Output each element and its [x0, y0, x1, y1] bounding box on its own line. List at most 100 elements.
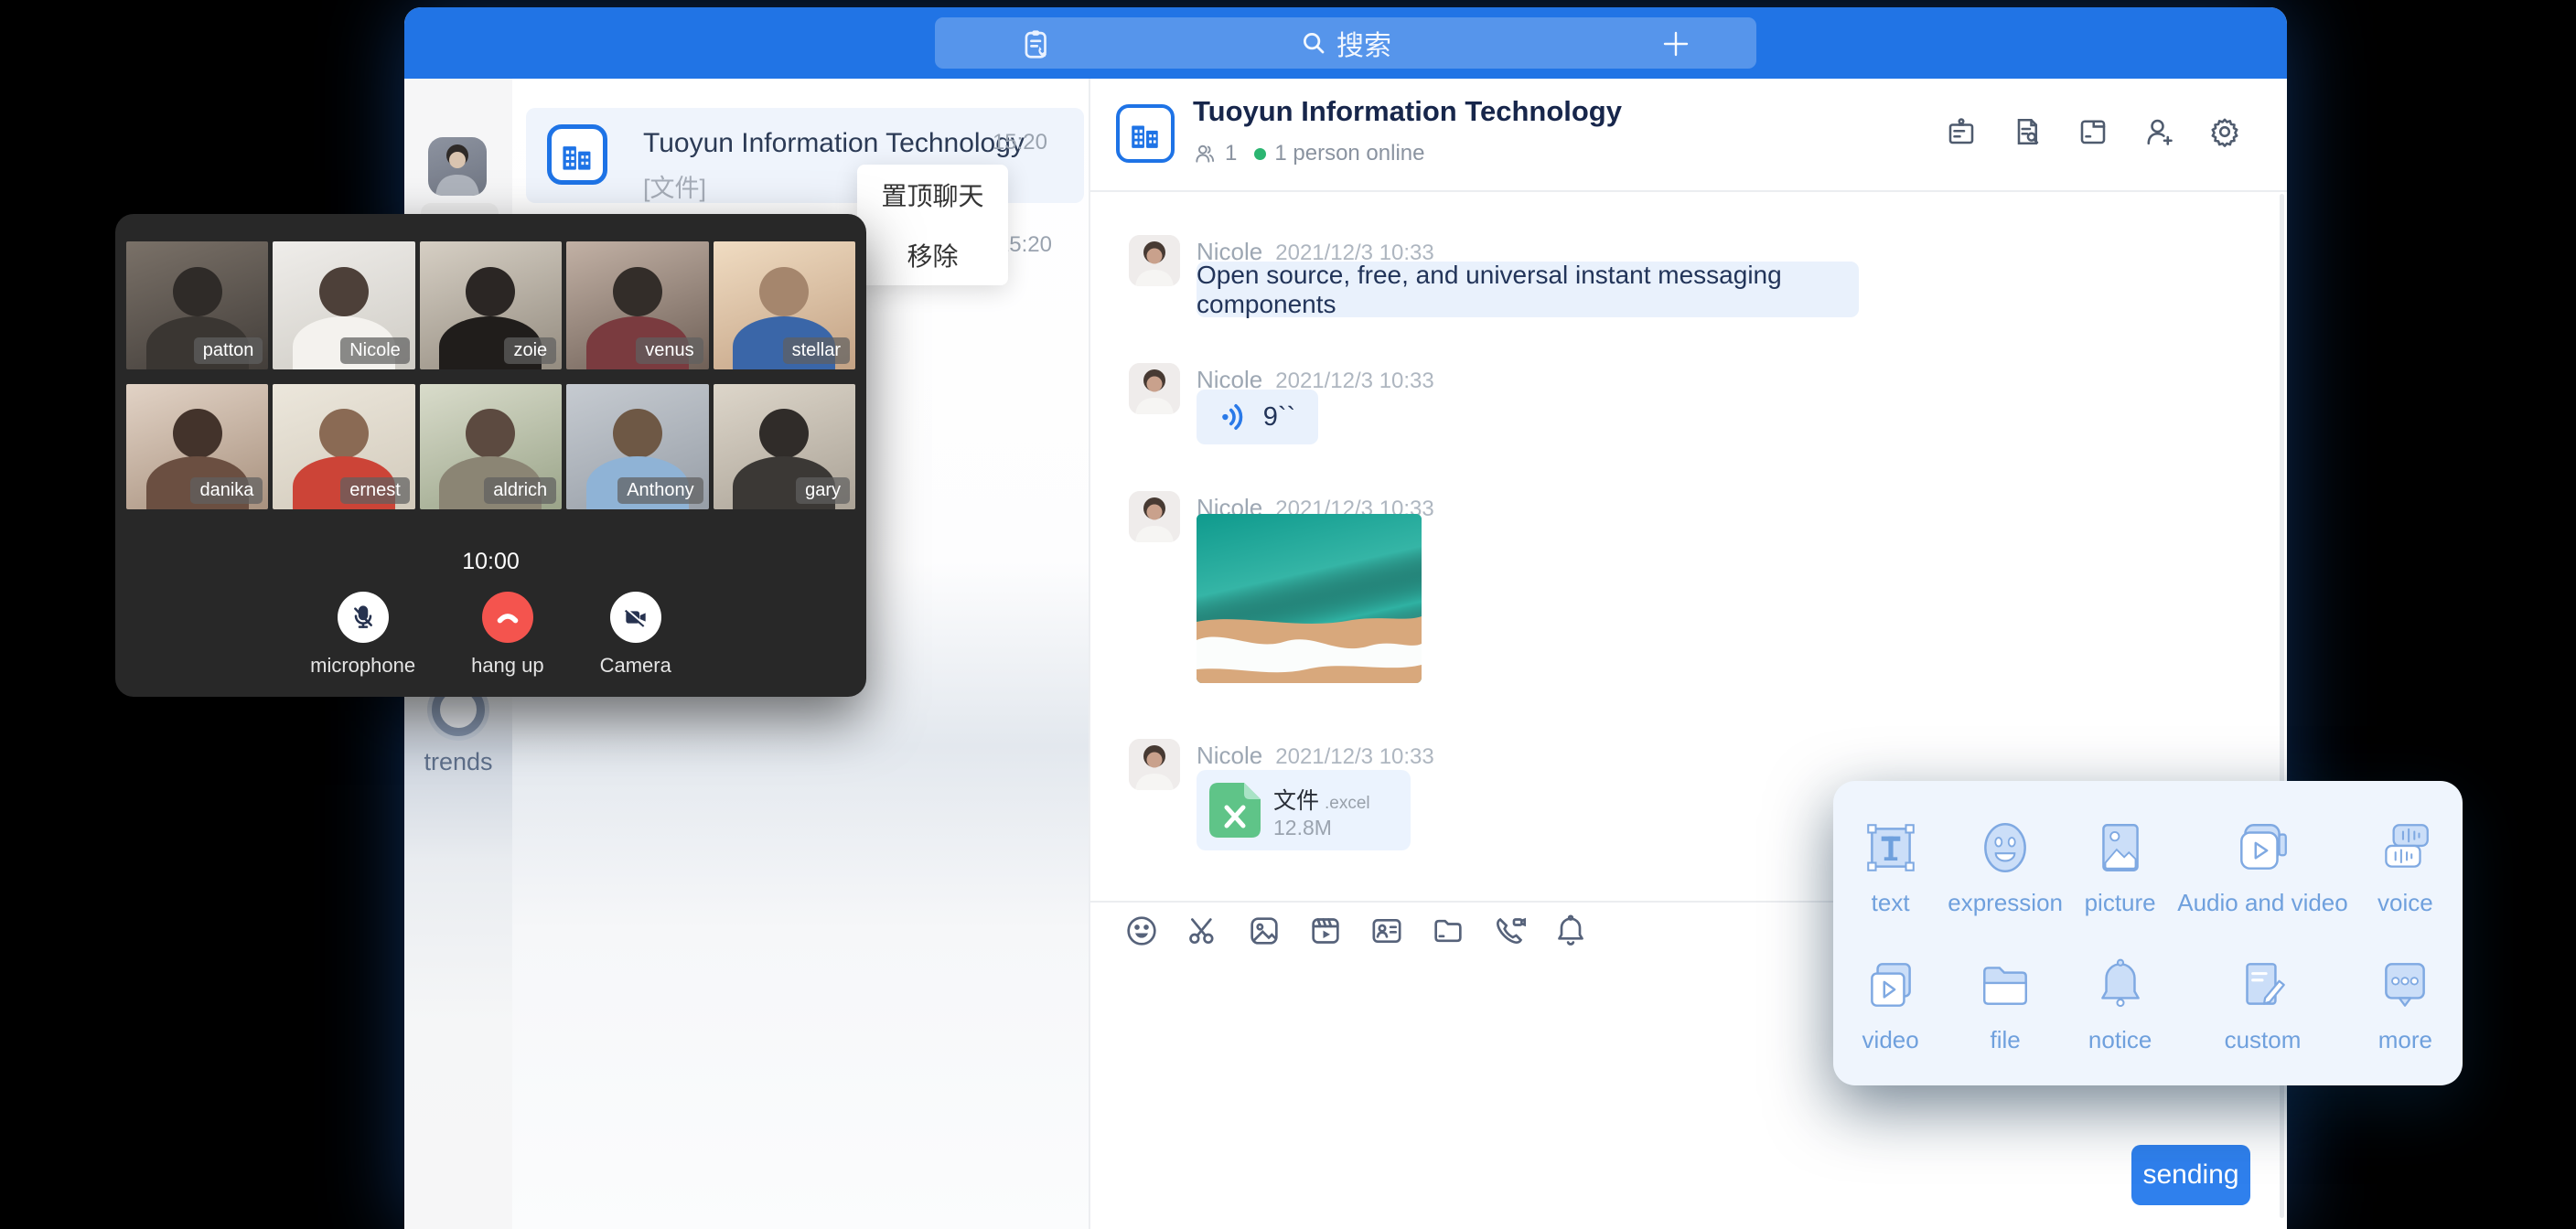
contact-card-icon[interactable]	[1368, 913, 1405, 949]
hang-up-icon	[492, 602, 523, 633]
microphone-button[interactable]: microphone	[310, 592, 415, 678]
camera-button[interactable]: Camera	[600, 592, 671, 678]
conversation-time: 15:20	[993, 130, 1047, 155]
video-call-overlay: patton Nicole zoie venus stellar danika …	[115, 214, 866, 697]
group-building-icon	[1116, 104, 1175, 163]
message-time: 2021/12/3 10:33	[1275, 744, 1434, 770]
panel-item-expression[interactable]: expression	[1948, 799, 2063, 936]
clapper-icon[interactable]	[1307, 913, 1344, 949]
plus-icon[interactable]	[1661, 29, 1690, 63]
emoji-icon[interactable]	[1123, 913, 1160, 949]
chat-history-search-icon[interactable]	[2011, 115, 2044, 148]
participant-tile[interactable]: patton	[126, 241, 268, 369]
microphone-label: microphone	[310, 654, 415, 678]
members-icon	[1193, 142, 1217, 166]
search-input[interactable]: 搜索	[1336, 23, 1391, 63]
panel-item-voice[interactable]: voice	[2348, 799, 2463, 936]
participant-name: gary	[796, 477, 850, 504]
participant-name: danika	[190, 477, 263, 504]
folder-icon[interactable]	[2077, 115, 2109, 148]
group-building-icon	[547, 124, 607, 185]
excel-file-icon	[1209, 783, 1261, 838]
panel-item-audio-video[interactable]: Audio and video	[2177, 799, 2347, 936]
bell-icon[interactable]	[1552, 913, 1589, 949]
participant-name: ernest	[340, 477, 410, 504]
send-button[interactable]: sending	[2131, 1145, 2250, 1205]
participant-tile[interactable]: Nicole	[273, 241, 414, 369]
panel-item-file[interactable]: file	[1948, 936, 2063, 1074]
hang-up-button[interactable]: hang up	[471, 592, 544, 678]
image-icon[interactable]	[1246, 913, 1283, 949]
panel-item-more[interactable]: more	[2348, 936, 2463, 1074]
avatar[interactable]	[1129, 363, 1180, 414]
video-call-icon[interactable]	[1491, 913, 1528, 949]
text-message-bubble[interactable]: Open source, free, and universal instant…	[1197, 262, 1859, 317]
avatar[interactable]	[428, 137, 487, 196]
custom-icon	[2232, 955, 2292, 1015]
file-size: 12.8M	[1273, 816, 1332, 840]
camera-off-icon	[621, 603, 650, 632]
participant-name: venus	[636, 337, 703, 364]
participant-name: Nicole	[340, 337, 410, 364]
member-count: 1	[1225, 141, 1237, 166]
avatar[interactable]	[1129, 235, 1180, 286]
participant-tile[interactable]: danika	[126, 384, 268, 509]
participant-tile[interactable]: gary	[714, 384, 855, 509]
online-dot	[1254, 148, 1266, 160]
add-member-icon[interactable]	[2142, 115, 2175, 148]
top-bar: 搜索	[404, 7, 2287, 79]
trends-label: trends	[404, 748, 512, 776]
chat-title: Tuoyun Information Technology	[1193, 95, 1622, 128]
picture-icon	[2090, 818, 2151, 878]
folder-icon[interactable]	[1430, 913, 1466, 949]
voice-duration: 9``	[1263, 402, 1295, 433]
conversation-preview: [文件]	[643, 168, 706, 204]
audio-video-icon	[2232, 818, 2292, 878]
context-menu: 置顶聊天 移除	[857, 165, 1008, 285]
file-message-card[interactable]: 文件.excel 12.8M	[1197, 770, 1411, 850]
sidebar-item-trends[interactable]: trends	[404, 683, 512, 776]
voice-icon	[2375, 818, 2435, 878]
participant-tile[interactable]: venus	[566, 241, 708, 369]
mic-muted-icon	[349, 603, 378, 632]
panel-item-text[interactable]: text	[1833, 799, 1948, 936]
panel-item-custom[interactable]: custom	[2177, 936, 2347, 1074]
image-message-beach[interactable]	[1197, 514, 1422, 683]
settings-gear-icon[interactable]	[2208, 115, 2241, 148]
participant-name: stellar	[783, 337, 850, 364]
scissors-icon[interactable]	[1185, 913, 1221, 949]
search-bar[interactable]: 搜索	[935, 17, 1756, 69]
file-name: 文件.excel	[1273, 783, 1370, 816]
video-icon	[1861, 955, 1921, 1015]
participant-tile[interactable]: stellar	[714, 241, 855, 369]
file-folder-icon	[1975, 955, 2035, 1015]
participant-tile[interactable]: Anthony	[566, 384, 708, 509]
panel-item-video[interactable]: video	[1833, 936, 1948, 1074]
avatar[interactable]	[1129, 739, 1180, 790]
participant-tile[interactable]: aldrich	[420, 384, 562, 509]
participant-name: Anthony	[617, 477, 703, 504]
participant-tile[interactable]: zoie	[420, 241, 562, 369]
file-ext: .excel	[1325, 794, 1370, 813]
call-timer: 10:00	[115, 549, 866, 575]
participant-grid: patton Nicole zoie venus stellar danika …	[126, 241, 855, 509]
expression-icon	[1975, 818, 2035, 878]
camera-label: Camera	[600, 654, 671, 678]
chat-header: Tuoyun Information Technology 1 1 person…	[1090, 79, 2287, 192]
voice-message-bubble[interactable]: 9``	[1197, 390, 1318, 444]
menu-item-pin-chat[interactable]: 置顶聊天	[857, 165, 1008, 225]
notice-bell-icon	[2090, 955, 2151, 1015]
text-icon	[1861, 818, 1921, 878]
participant-tile[interactable]: ernest	[273, 384, 414, 509]
composer-toolbar	[1123, 913, 1589, 949]
panel-item-notice[interactable]: notice	[2063, 936, 2177, 1074]
panel-item-picture[interactable]: picture	[2063, 799, 2177, 936]
board-icon[interactable]	[1945, 115, 1978, 148]
sender-name[interactable]: Nicole	[1197, 742, 1262, 770]
avatar[interactable]	[1129, 491, 1180, 542]
voice-wave-icon	[1219, 401, 1250, 433]
search-icon	[1300, 29, 1327, 57]
menu-item-remove[interactable]: 移除	[857, 225, 1008, 285]
more-icon	[2375, 955, 2435, 1015]
participant-name: patton	[194, 337, 263, 364]
